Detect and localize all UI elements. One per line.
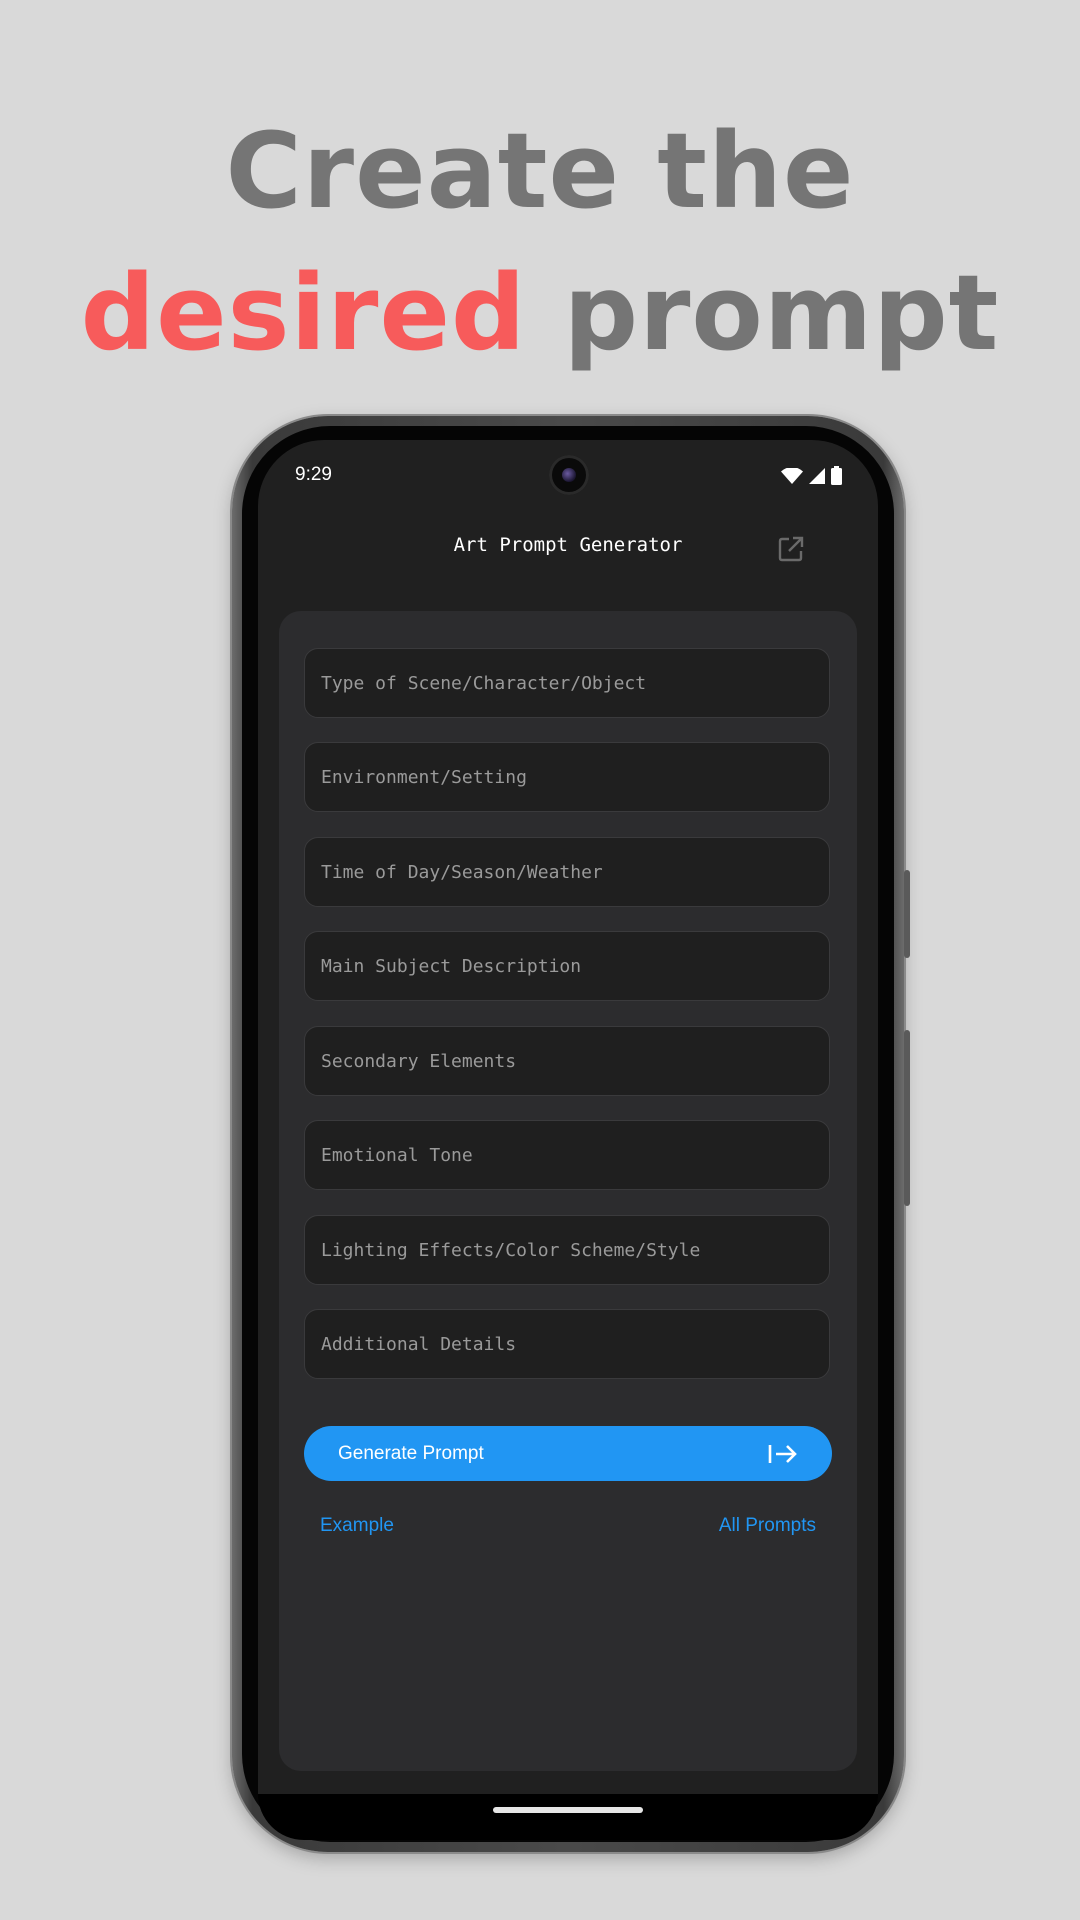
- time-season-weather-input[interactable]: Time of Day/Season/Weather: [304, 837, 830, 907]
- secondary-elements-input[interactable]: Secondary Elements: [304, 1026, 830, 1096]
- generate-prompt-button[interactable]: Generate Prompt: [304, 1426, 832, 1481]
- headline-line-2: desired prompt: [0, 242, 1080, 384]
- generate-prompt-label: Generate Prompt: [338, 1442, 484, 1464]
- open-external-icon[interactable]: [776, 534, 806, 564]
- headline-accent-word: desired: [80, 252, 527, 374]
- prompt-form-card: Type of Scene/Character/Object Environme…: [279, 611, 857, 1771]
- phone-side-button-top: [904, 870, 910, 958]
- headline-line-2-rest: prompt: [563, 252, 1000, 374]
- lighting-style-input[interactable]: Lighting Effects/Color Scheme/Style: [304, 1215, 830, 1285]
- phone-bottom-bezel: [258, 1794, 878, 1840]
- example-link[interactable]: Example: [320, 1515, 394, 1537]
- headline-line-1: Create the: [225, 110, 855, 232]
- signal-icon: [809, 467, 825, 484]
- emotional-tone-input[interactable]: Emotional Tone: [304, 1120, 830, 1190]
- home-indicator[interactable]: [493, 1807, 643, 1813]
- front-camera: [549, 455, 589, 495]
- arrow-right-to-bar-icon: [768, 1444, 797, 1463]
- phone-screen: 9:29 Art Prompt Generator Type of Scene/…: [258, 440, 878, 1794]
- phone-side-button-bottom: [904, 1030, 910, 1206]
- main-subject-input[interactable]: Main Subject Description: [304, 931, 830, 1001]
- battery-icon: [831, 466, 842, 485]
- headline: Create the desired prompt: [0, 100, 1080, 384]
- status-icons: [781, 466, 842, 485]
- scene-type-input[interactable]: Type of Scene/Character/Object: [304, 648, 830, 718]
- wifi-icon: [781, 467, 803, 484]
- all-prompts-link[interactable]: All Prompts: [719, 1515, 816, 1537]
- additional-details-input[interactable]: Additional Details: [304, 1309, 830, 1379]
- environment-input[interactable]: Environment/Setting: [304, 742, 830, 812]
- status-time: 9:29: [295, 464, 332, 485]
